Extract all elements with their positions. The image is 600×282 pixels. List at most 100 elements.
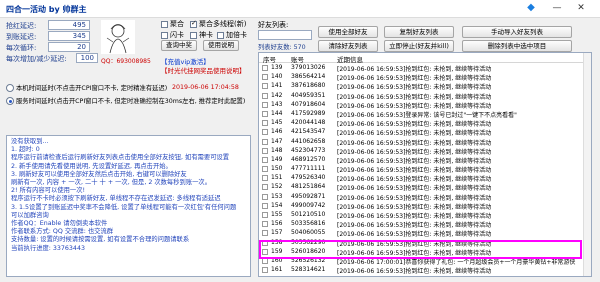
row-checkbox[interactable]: [262, 129, 268, 136]
use-all-friends-button[interactable]: 使用全部好友: [318, 26, 378, 38]
proxy-site-link[interactable]: 【时光代挂网奖品使用说明】: [161, 65, 246, 75]
row-checkbox[interactable]: [262, 267, 268, 274]
table-row[interactable]: 153 495092871 [2019-06-06 16:59:53]抢到红包: 未…: [259, 192, 591, 202]
row-index: 155: [271, 211, 283, 218]
row-checkbox[interactable]: [262, 101, 268, 108]
random-delay-input[interactable]: 100: [76, 53, 98, 63]
table-row[interactable]: 155 501210510 [2019-06-06 16:59:53]抢到红包: 未…: [259, 210, 591, 220]
query-prize-button[interactable]: 查询中奖: [161, 40, 197, 51]
table-row[interactable]: 161 528314621 [2019-06-06 16:59:53]抢到红包: 未…: [259, 265, 591, 275]
row-account: 404959351: [291, 91, 326, 99]
checkbox-label: 神卡: [199, 31, 213, 39]
table-header: 序号 账号 近期信息: [259, 53, 591, 64]
row-checkbox[interactable]: [262, 147, 268, 154]
table-row[interactable]: 152 481251864 [2019-06-06 16:59:53]抢到红包: 未…: [259, 182, 591, 192]
row-checkbox[interactable]: [262, 83, 268, 90]
row-index: 150: [271, 165, 283, 173]
table-scrollbar[interactable]: [583, 53, 591, 276]
table-row[interactable]: 148 452304773 [2019-06-06 16:59:53]抢到红包: 未…: [259, 146, 591, 156]
row-checkbox[interactable]: [262, 138, 268, 145]
log-line: 2. 新手使用请先看使用说明, 先设置好延迟, 再点击开始。: [11, 162, 172, 170]
row-checkbox[interactable]: [262, 193, 268, 200]
table-row[interactable]: 149 468912570 [2019-06-06 16:59:53]抢到红包: 未…: [259, 155, 591, 165]
row-account: 421543547: [291, 128, 326, 136]
table-row[interactable]: 157 504060055 [2019-06-06 16:59:53]抢到红包: 未…: [259, 228, 591, 238]
row-checkbox[interactable]: [262, 92, 268, 99]
table-row[interactable]: 151 479526340 [2019-06-06 16:59:53]抢到红包: 未…: [259, 173, 591, 183]
table-row[interactable]: 142 404959351 [2019-06-06 16:59:53]抢到红包: 未…: [259, 91, 591, 101]
pin-icon[interactable]: ◆: [524, 2, 538, 13]
title-bar: [0, 0, 600, 18]
table-row[interactable]: 143 407918604 [2019-06-06 16:59:53]抢到红包: 未…: [259, 100, 591, 110]
checkbox-juhe[interactable]: 聚合: [161, 19, 184, 29]
row-account: 479526340: [291, 174, 326, 182]
row-index: 152: [271, 183, 283, 191]
row-checkbox[interactable]: [262, 74, 268, 81]
radio-local-time[interactable]: 本机时间延时(不点击开CPI窗口不卡, 定时精准有延迟): [6, 83, 167, 92]
checkbox-juhe-multithread[interactable]: 聚合多线程(新): [190, 19, 246, 29]
manual-button[interactable]: 使用说明: [203, 40, 239, 51]
row-checkbox[interactable]: [262, 110, 268, 117]
row-checkbox[interactable]: [262, 221, 268, 228]
row-checkbox[interactable]: [262, 202, 268, 209]
row-account: 387618680: [291, 82, 326, 90]
radio-circle[interactable]: [6, 96, 14, 105]
row-checkbox[interactable]: [262, 212, 268, 218]
row-account: 504060055: [291, 229, 326, 237]
author-avatar: [101, 20, 135, 54]
table-row[interactable]: 150 477711111 [2019-06-06 16:59:53]抢到红包: 未…: [259, 164, 591, 174]
current-time: 2019-06-06 17:04:58: [172, 84, 239, 91]
stop-button[interactable]: 立即停止(好友并kill): [384, 40, 454, 52]
row-checkbox[interactable]: [262, 184, 268, 191]
row-index: 140: [271, 73, 283, 81]
table-row[interactable]: 139 379013026 [2019-06-06 16:59:53]抢到红包: 未…: [259, 63, 591, 73]
copy-friend-list-button[interactable]: 复制好友列表: [384, 26, 454, 38]
checkbox-double-card[interactable]: 加倍卡: [217, 30, 247, 40]
close-icon[interactable]: ✕: [572, 2, 590, 15]
import-friend-list-button[interactable]: 手动导入好友列表: [462, 26, 572, 38]
log-line: 程序运行前请检查后运行刷新好友列表点击使用全部好友按钮, 如有需要可设置: [11, 154, 230, 162]
row-checkbox[interactable]: [262, 156, 268, 163]
checkbox-box[interactable]: [190, 19, 197, 28]
delete-selected-button[interactable]: 删除列表中选中项目: [462, 40, 572, 52]
table-row[interactable]: 146 421543547 [2019-06-06 16:59:53]抢到红包: 未…: [259, 127, 591, 137]
friends-search-input[interactable]: [258, 30, 312, 40]
row-checkbox[interactable]: [262, 175, 268, 182]
checkbox-box[interactable]: [161, 31, 168, 39]
table-row[interactable]: 144 417592989 [2019-06-06 16:59:53]登录异常: 该…: [259, 109, 591, 119]
row-index: 153: [271, 192, 283, 200]
checkbox-flash-card[interactable]: 闪卡: [161, 30, 184, 40]
checkbox-box[interactable]: [217, 31, 224, 39]
minimize-icon[interactable]: —: [548, 2, 566, 15]
radio-circle[interactable]: [6, 83, 14, 92]
checkbox-box[interactable]: [190, 31, 197, 39]
friend-count: 列表好友数: 570: [258, 44, 306, 51]
row-checkbox[interactable]: [262, 230, 268, 237]
table-row[interactable]: 140 386564214 [2019-06-06 16:59:53]抢到红包: 未…: [259, 72, 591, 82]
random-delay-label: 每次增加/减少延迟:: [6, 55, 67, 63]
checkbox-god-card[interactable]: 神卡: [190, 30, 213, 40]
row-checkbox[interactable]: [262, 120, 268, 127]
row-account: 420044148: [291, 119, 326, 127]
row-account: 503356816: [291, 220, 326, 228]
table-row[interactable]: 141 387618680 [2019-06-06 16:59:53]抢到红包: 未…: [259, 81, 591, 91]
author-qq: QQ：693008985: [101, 58, 151, 65]
checkbox-box[interactable]: [161, 20, 168, 28]
table-row[interactable]: 147 441062658 [2019-06-06 16:59:53]抢到红包: 未…: [259, 137, 591, 147]
row-account: 481251864: [291, 183, 326, 191]
log-line: 刷新有一次, 内容 + 一次, 二十 十 + 一次, 但是, 2 次数每秒到账一…: [11, 179, 212, 187]
row-account: 386564214: [291, 73, 326, 81]
log-line: 3. 1.5设置了到账延迟中奖率不会降低, 设置了单线程可能有一次红包'有任何问…: [11, 203, 237, 211]
table-row[interactable]: 145 420044148 [2019-06-06 16:59:53]抢到红包: 未…: [259, 118, 591, 128]
row-index: 161: [271, 266, 283, 274]
arrive-delay-input[interactable]: 345: [48, 31, 90, 41]
row-checkbox[interactable]: [262, 166, 268, 173]
pickup-delay-input[interactable]: 495: [48, 20, 90, 30]
loop-count-input[interactable]: 20: [48, 42, 90, 52]
log-line: 3. 刷新好友可以使用全部好友然后点击开始, 右键可以删除好友: [11, 170, 187, 178]
radio-server-time[interactable]: 服务时间延时(点击开CPI窗口不卡, 但定时准确控制在30ms左右, 推荐定时此…: [6, 96, 245, 105]
clear-friend-list-button[interactable]: 清除好友列表: [318, 40, 378, 52]
table-row[interactable]: 154 499009742 [2019-06-06 16:59:53]抢到红包: 未…: [259, 201, 591, 211]
table-row[interactable]: 156 503356816 [2019-06-06 16:59:53]抢到红包: 未…: [259, 219, 591, 229]
row-checkbox[interactable]: [262, 65, 268, 71]
